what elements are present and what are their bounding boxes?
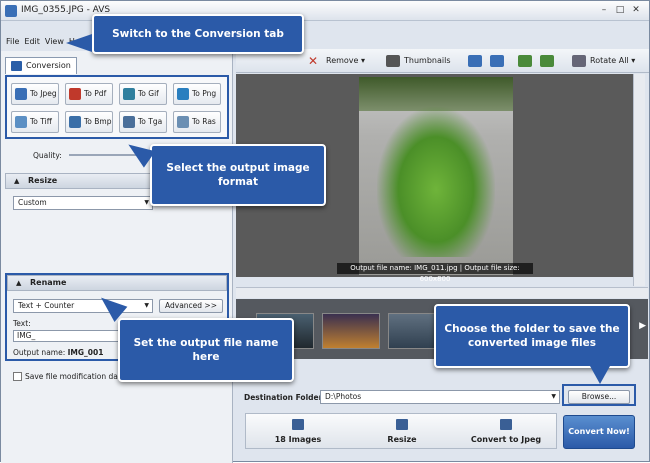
maximize-button[interactable]: □	[613, 4, 627, 17]
rotate-left-icon	[518, 54, 532, 67]
delete-x-icon: ✕	[308, 53, 319, 68]
conversion-icon	[11, 61, 22, 71]
output-name-value: IMG_001	[67, 348, 104, 357]
to-tiff-button[interactable]: To Tiff	[11, 111, 59, 133]
resize-icon	[396, 419, 408, 430]
chevron-down-icon: ▼	[144, 302, 149, 309]
callout-pointer	[590, 366, 610, 384]
to-jpeg-button[interactable]: To Jpeg	[11, 83, 59, 105]
collapse-triangle-icon: ▲	[16, 279, 22, 287]
images-icon	[292, 419, 304, 430]
thumbs-next-arrow-icon[interactable]: ▶	[639, 321, 646, 331]
format-buttons-panel: To Jpeg To Pdf To Gif To Png To Tiff To Bmp To…	[5, 75, 229, 139]
rename-section-header[interactable]: ▲ Rename	[7, 275, 227, 291]
preview-horizontal-scrollbar[interactable]	[236, 287, 648, 298]
remove-button[interactable]: ✕ Remove ▾	[308, 54, 365, 68]
destination-label: Destination Folder:	[244, 393, 326, 402]
thumbnails-button[interactable]: Thumbnails	[386, 54, 450, 68]
menu-file[interactable]: File	[6, 37, 19, 46]
save-date-checkbox[interactable]	[13, 372, 22, 381]
camera-icon	[500, 419, 512, 430]
ras-format-icon	[177, 116, 189, 128]
step-convert-to[interactable]: Convert to Jpeg	[454, 414, 558, 448]
step-images[interactable]: 18 Images	[246, 414, 350, 448]
to-gif-button[interactable]: To Gif	[119, 83, 167, 105]
bmp-format-icon	[69, 116, 81, 128]
workflow-steps: 18 Images Resize Convert to Jpeg	[245, 413, 557, 449]
callout-switch-tab: Switch to the Conversion tab	[92, 14, 304, 54]
menu-edit[interactable]: Edit	[24, 37, 40, 46]
png-format-icon	[177, 88, 189, 100]
photo-trees	[359, 77, 513, 111]
jpeg-format-icon	[15, 88, 27, 100]
minimize-button[interactable]: –	[597, 4, 611, 17]
to-tga-button[interactable]: To Tga	[119, 111, 167, 133]
chevron-down-icon: ▼	[144, 199, 149, 206]
callout-choose-folder: Choose the folder to save the converted …	[434, 304, 630, 368]
rename-mode-select[interactable]: Text + Counter ▼	[13, 299, 153, 313]
callout-set-name: Set the output file name here	[118, 318, 294, 382]
text-label: Text:	[13, 319, 31, 328]
photo-plant	[377, 107, 495, 257]
tab-row: Conversion	[5, 57, 85, 75]
menu-view[interactable]: View	[45, 37, 64, 46]
preview-caption: Output file name: IMG_011.jpg | Output f…	[337, 263, 533, 283]
callout-pointer	[66, 34, 92, 52]
output-name-label: Output name: IMG_001	[13, 348, 104, 357]
callout-select-format: Select the output image format	[150, 144, 326, 206]
to-png-button[interactable]: To Png	[173, 83, 221, 105]
close-button[interactable]: ✕	[629, 4, 643, 17]
pdf-format-icon	[69, 88, 81, 100]
save-date-label: Save file modification date	[25, 372, 126, 381]
preview-vertical-scrollbar[interactable]	[633, 74, 645, 286]
arrow-left-icon	[468, 54, 482, 67]
rotate-right-button[interactable]	[540, 54, 558, 68]
rotate-all-button[interactable]: Rotate All ▾	[572, 54, 635, 68]
arrow-right-icon	[490, 54, 504, 67]
resize-mode-select[interactable]: Custom ▼	[13, 196, 153, 210]
browse-highlight	[562, 384, 636, 406]
tga-format-icon	[123, 116, 135, 128]
app-window: IMG_0355.JPG - AVS – □ ✕ File Edit View Hel…	[0, 0, 650, 463]
tiff-format-icon	[15, 116, 27, 128]
app-icon	[5, 5, 17, 17]
gif-format-icon	[123, 88, 135, 100]
rotate-right-icon	[540, 54, 554, 67]
left-panel: Conversion To Jpeg To Pdf To Gif To Png To T…	[1, 51, 233, 463]
quality-label: Quality:	[33, 151, 62, 160]
rotate-left-button[interactable]	[518, 54, 536, 68]
collapse-triangle-icon: ▲	[14, 177, 20, 185]
destination-folder-input[interactable]: D:\Photos ▼	[320, 390, 560, 404]
step-resize[interactable]: Resize	[350, 414, 454, 448]
next-arrow-button[interactable]	[490, 54, 508, 68]
tab-conversion[interactable]: Conversion	[5, 57, 77, 74]
prev-arrow-button[interactable]	[468, 54, 486, 68]
rotate-all-icon	[572, 54, 586, 67]
advanced-button[interactable]: Advanced >>	[159, 299, 223, 313]
to-pdf-button[interactable]: To Pdf	[65, 83, 113, 105]
chevron-down-icon: ▼	[551, 393, 556, 400]
convert-now-button[interactable]: Convert Now!	[563, 415, 635, 449]
thumbnail[interactable]	[322, 313, 380, 349]
to-ras-button[interactable]: To Ras	[173, 111, 221, 133]
thumbnails-icon	[386, 54, 400, 67]
to-bmp-button[interactable]: To Bmp	[65, 111, 113, 133]
preview-photo	[359, 77, 513, 275]
